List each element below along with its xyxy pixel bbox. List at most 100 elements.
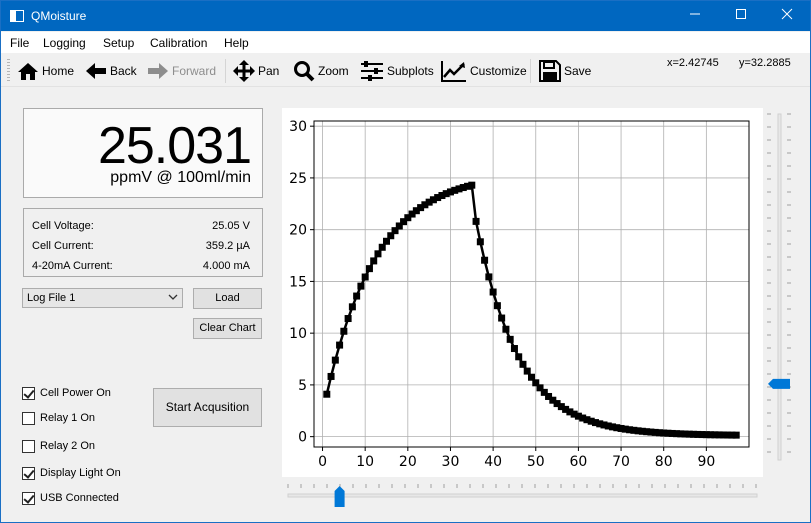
maximize-button[interactable]: [718, 1, 764, 31]
checkbox-label: Display Light On: [40, 467, 121, 479]
checkbox-box[interactable]: [22, 466, 35, 480]
maximize-icon: [736, 9, 746, 19]
start-acquisition-button[interactable]: Start Acqusition: [153, 388, 262, 427]
line-chart-icon: [441, 61, 466, 82]
x-tick-label: 60: [569, 454, 587, 470]
slider-track: [287, 493, 758, 498]
subplots-button[interactable]: Subplots: [360, 58, 434, 84]
data-point-marker: [468, 181, 476, 189]
checkbox-label: Cell Power On: [40, 387, 111, 399]
menu-help[interactable]: Help: [224, 36, 249, 50]
data-point-marker: [340, 327, 348, 335]
log-file-select[interactable]: Log File 1: [22, 288, 183, 308]
cell-info-panel: Cell Voltage: 25.05 V Cell Current: 359.…: [23, 208, 263, 277]
data-point-marker: [502, 325, 510, 333]
menu-calibration[interactable]: Calibration: [150, 36, 207, 50]
reading-display: 25.031 ppmV @ 100ml/min: [23, 108, 263, 198]
back-arrow-icon: [86, 63, 106, 79]
data-point-marker: [510, 345, 518, 353]
home-icon: [18, 63, 38, 80]
pan-icon: [233, 60, 255, 82]
menu-setup[interactable]: Setup: [103, 36, 134, 50]
checkbox-display-light[interactable]: Display Light On: [22, 465, 121, 481]
menu-file[interactable]: File: [10, 36, 29, 50]
checkbox-cell-power[interactable]: Cell Power On: [22, 385, 111, 401]
data-point-marker: [365, 265, 373, 273]
data-point-marker: [476, 238, 484, 246]
menu-logging[interactable]: Logging: [43, 36, 86, 50]
data-point-marker: [357, 282, 365, 290]
magnifier-icon: [294, 61, 315, 82]
data-point-marker: [493, 302, 501, 310]
checkbox-box[interactable]: [22, 439, 35, 453]
sliders-icon: [361, 61, 383, 81]
info-label: 4-20mA Current:: [32, 260, 113, 272]
checkbox-box[interactable]: [22, 411, 35, 425]
title-bar[interactable]: QMoisture: [1, 1, 810, 31]
x-tick-label: 90: [697, 454, 715, 470]
checkbox-label: Relay 2 On: [40, 440, 96, 452]
subplots-label: Subplots: [387, 64, 434, 78]
moisture-line-chart[interactable]: 0 10 20 30 40 50 60 70 80 90 0 5 10 15 20 25 30: [282, 108, 763, 477]
data-point-marker: [485, 273, 493, 281]
back-button[interactable]: Back: [85, 58, 137, 84]
x-tick-label: 20: [399, 454, 417, 470]
data-point-marker: [515, 353, 523, 361]
info-row-loop-current: 4-20mA Current: 4.000 mA: [32, 260, 250, 274]
forward-button[interactable]: Forward: [147, 58, 216, 84]
vertical-slider[interactable]: [764, 108, 794, 468]
x-tick-label: 40: [484, 454, 502, 470]
info-value: 359.2 µA: [205, 240, 250, 252]
customize-button[interactable]: Customize: [441, 58, 527, 84]
clear-chart-button[interactable]: Clear Chart: [193, 318, 262, 339]
close-button[interactable]: [764, 1, 810, 31]
forward-label: Forward: [172, 64, 217, 78]
x-tick-label: 0: [318, 454, 327, 470]
data-point-marker: [732, 431, 740, 439]
data-point-marker: [323, 390, 331, 398]
horizontal-slider[interactable]: [282, 484, 763, 509]
plot-frame: [313, 120, 750, 448]
cursor-x-readout: x=2.42745: [667, 57, 719, 69]
y-tick-label: 10: [289, 326, 307, 342]
save-button[interactable]: Save: [539, 58, 591, 84]
data-point-marker: [361, 273, 369, 281]
info-label: Cell Voltage:: [32, 220, 94, 232]
info-value: 25.05 V: [212, 220, 250, 232]
customize-label: Customize: [470, 64, 527, 78]
data-point-marker: [348, 303, 356, 311]
save-label: Save: [564, 64, 592, 78]
checkbox-box[interactable]: [22, 386, 35, 400]
x-tick-label: 50: [527, 454, 545, 470]
checkbox-usb-connected[interactable]: USB Connected: [22, 490, 119, 506]
data-point-marker: [481, 256, 489, 264]
y-tick-label: 0: [298, 430, 307, 446]
vertical-slider-handle[interactable]: [768, 378, 790, 389]
home-button[interactable]: Home: [17, 58, 74, 84]
minimize-button[interactable]: [672, 1, 718, 31]
data-point-marker: [374, 250, 382, 258]
window-title: QMoisture: [31, 9, 87, 23]
info-row-cell-voltage: Cell Voltage: 25.05 V: [32, 220, 250, 234]
checkbox-box[interactable]: [22, 491, 35, 505]
checkbox-relay-1[interactable]: Relay 1 On: [22, 410, 95, 426]
chevron-down-icon: [168, 290, 178, 307]
zoom-button[interactable]: Zoom: [293, 58, 349, 84]
horizontal-slider-handle[interactable]: [334, 486, 345, 507]
x-tick-label: 70: [612, 454, 630, 470]
app-icon: [10, 10, 24, 22]
slider-track: [777, 113, 782, 461]
toolbar-grip[interactable]: [7, 59, 10, 83]
load-button[interactable]: Load: [193, 288, 262, 309]
forward-arrow-icon: [148, 63, 168, 79]
info-value: 4.000 mA: [202, 260, 250, 272]
y-tick-label: 25: [289, 171, 307, 187]
data-point-marker: [336, 341, 344, 349]
checkbox-label: Relay 1 On: [40, 412, 96, 424]
plot-canvas[interactable]: 0 10 20 30 40 50 60 70 80 90 0 5 10 15 20 25 30: [282, 108, 763, 477]
pan-button[interactable]: Pan: [233, 58, 279, 84]
checkbox-relay-2[interactable]: Relay 2 On: [22, 438, 95, 454]
y-tick-label: 15: [289, 274, 307, 290]
info-row-cell-current: Cell Current: 359.2 µA: [32, 240, 250, 254]
minimize-icon: [690, 13, 700, 15]
